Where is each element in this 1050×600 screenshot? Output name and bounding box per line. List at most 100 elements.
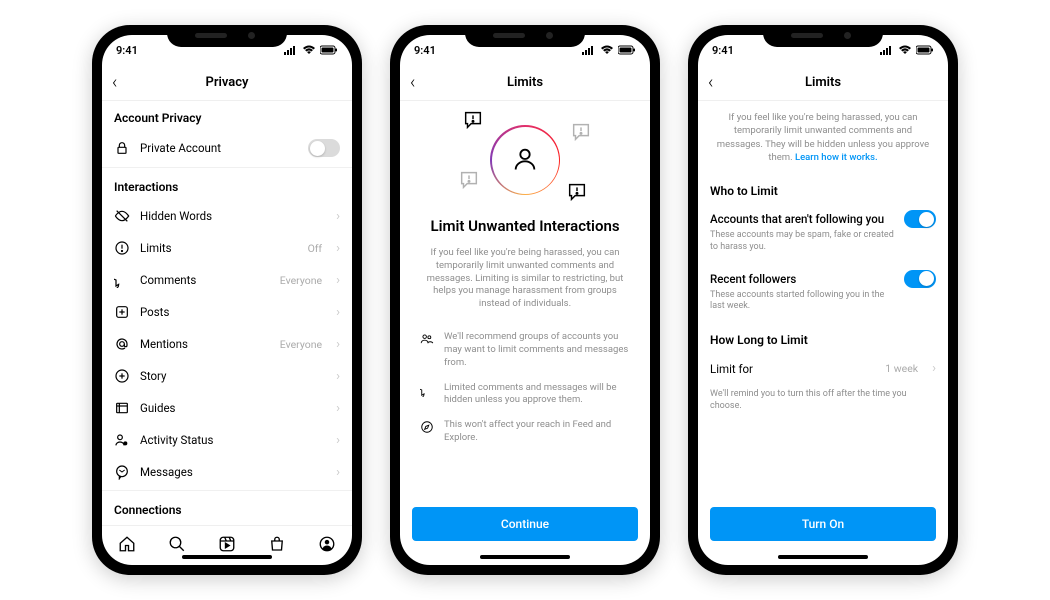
illustration (400, 101, 650, 211)
chevron-right-icon: › (336, 273, 340, 288)
home-indicator[interactable] (182, 555, 272, 559)
notch (763, 25, 883, 47)
tab-shop[interactable] (268, 535, 286, 557)
alert-bubble-icon-faded (570, 121, 592, 143)
row-messages[interactable]: Messages › (102, 456, 352, 488)
comments-label: Comments (140, 273, 270, 287)
option-recent-followers: Recent followers These accounts started … (698, 264, 948, 323)
chevron-right-icon: › (336, 433, 340, 448)
battery-icon (320, 45, 338, 55)
feature-hidden: Limited comments and messages will be hi… (416, 376, 634, 414)
messages-label: Messages (140, 465, 322, 479)
limit-hint: We'll remind you to turn this off after … (698, 385, 948, 416)
tab-reels[interactable] (218, 535, 236, 557)
page-title: Limits (507, 75, 543, 90)
status-time: 9:41 (116, 44, 138, 57)
activity-status-label: Activity Status (140, 433, 322, 447)
signal-icon (284, 45, 298, 55)
chevron-right-icon: › (336, 241, 340, 256)
feature-groups: We'll recommend groups of accounts you m… (416, 325, 634, 375)
private-account-toggle[interactable] (308, 139, 340, 157)
mentions-value: Everyone (280, 338, 322, 351)
home-indicator[interactable] (480, 555, 570, 559)
row-activity-status[interactable]: Activity Status › (102, 424, 352, 456)
back-button[interactable]: ‹ (410, 72, 415, 93)
phone-limits-settings: 9:41 ‹ Limits If you feel like you're be… (688, 25, 958, 575)
alert-bubble-icon (566, 181, 588, 203)
comment-icon (420, 383, 434, 397)
status-time: 9:41 (712, 44, 734, 57)
description: If you feel like you're being harassed, … (400, 241, 650, 317)
option-desc: These accounts may be spam, fake or crea… (710, 230, 936, 253)
limit-for-label: Limit for (710, 362, 875, 376)
limit-for-value: 1 week (885, 362, 918, 375)
row-story[interactable]: Story › (102, 360, 352, 392)
feature-reach: This won't affect your reach in Feed and… (416, 413, 634, 451)
option-desc: These accounts started following you in … (710, 290, 936, 313)
chevron-right-icon: › (336, 337, 340, 352)
private-account-label: Private Account (140, 141, 298, 155)
section-account-privacy: Account Privacy (102, 101, 352, 131)
signal-icon (880, 45, 894, 55)
continue-button[interactable]: Continue (412, 507, 638, 541)
row-limits[interactable]: Limits Off › (102, 232, 352, 264)
phone-limits-intro: 9:41 ‹ Limits Limit Unwanted Interaction… (390, 25, 660, 575)
chevron-right-icon: › (336, 369, 340, 384)
feature-text: We'll recommend groups of accounts you m… (444, 331, 630, 369)
wifi-icon (600, 45, 614, 55)
chevron-right-icon: › (932, 361, 936, 376)
guides-icon (114, 400, 130, 416)
option-not-following: Accounts that aren't following you These… (698, 204, 948, 263)
signal-icon (582, 45, 596, 55)
header: ‹ Privacy (102, 65, 352, 101)
lock-icon (114, 140, 130, 156)
learn-link[interactable]: Learn how it works. (795, 152, 878, 163)
back-button[interactable]: ‹ (112, 72, 117, 93)
people-icon (420, 332, 434, 346)
turn-on-button[interactable]: Turn On (710, 507, 936, 541)
chevron-right-icon: › (336, 465, 340, 480)
toggle-recent-followers[interactable] (904, 270, 936, 288)
page-title: Privacy (205, 75, 248, 90)
chevron-right-icon: › (336, 305, 340, 320)
limits-value: Off (308, 242, 323, 255)
limits-label: Limits (140, 241, 298, 255)
mentions-icon (114, 336, 130, 352)
profile-ring-icon (490, 125, 560, 195)
section-who-to-limit: Who to Limit (698, 174, 948, 204)
battery-icon (916, 45, 934, 55)
messages-icon (114, 464, 130, 480)
activity-status-icon (114, 432, 130, 448)
info-text: If you feel like you're being harassed, … (698, 101, 948, 174)
row-limit-for[interactable]: Limit for 1 week › (698, 353, 948, 385)
section-how-long: How Long to Limit (698, 323, 948, 353)
posts-label: Posts (140, 305, 322, 319)
row-hidden-words[interactable]: Hidden Words › (102, 200, 352, 232)
toggle-not-following[interactable] (904, 210, 936, 228)
mentions-label: Mentions (140, 337, 270, 351)
feature-text: Limited comments and messages will be hi… (444, 382, 630, 408)
option-title: Recent followers (710, 272, 796, 286)
tab-profile[interactable] (318, 535, 336, 557)
header: ‹ Limits (698, 65, 948, 101)
notch (167, 25, 287, 47)
row-posts[interactable]: Posts › (102, 296, 352, 328)
phone-privacy: 9:41 ‹ Privacy Account Privacy Private A… (92, 25, 362, 575)
tab-home[interactable] (118, 535, 136, 557)
comments-icon (114, 272, 130, 288)
back-button[interactable]: ‹ (708, 72, 713, 93)
row-private-account[interactable]: Private Account (102, 131, 352, 165)
hidden-words-label: Hidden Words (140, 209, 322, 223)
chevron-right-icon: › (336, 209, 340, 224)
row-comments[interactable]: Comments Everyone › (102, 264, 352, 296)
comments-value: Everyone (280, 274, 322, 287)
section-interactions: Interactions (102, 170, 352, 200)
tab-search[interactable] (168, 535, 186, 557)
hidden-words-icon (114, 208, 130, 224)
row-mentions[interactable]: Mentions Everyone › (102, 328, 352, 360)
home-indicator[interactable] (778, 555, 868, 559)
row-guides[interactable]: Guides › (102, 392, 352, 424)
posts-icon (114, 304, 130, 320)
page-title: Limits (805, 75, 841, 90)
chevron-right-icon: › (336, 401, 340, 416)
